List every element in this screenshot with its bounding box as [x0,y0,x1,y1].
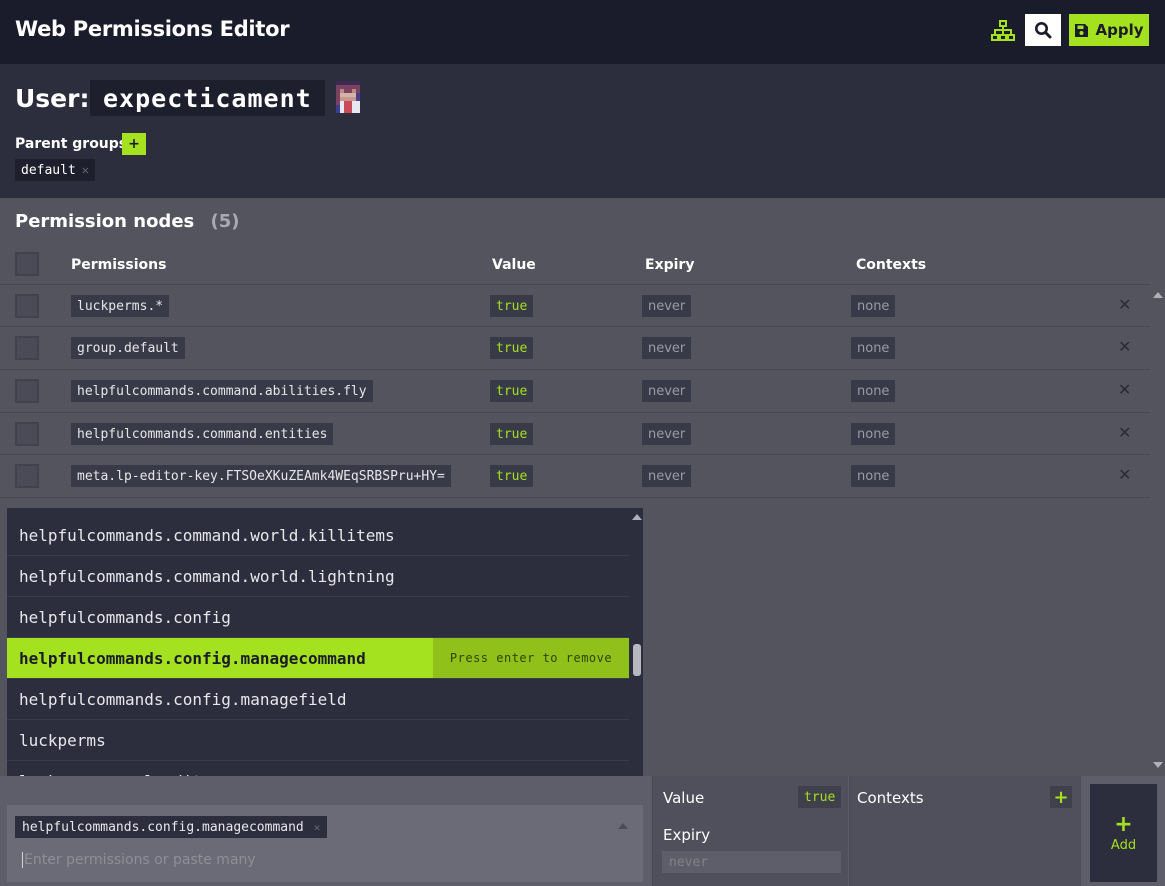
permission-nodes-title: Permission nodes (5) [15,211,240,232]
permission-suggestions-dropdown: helpfulcommands.command.world.killitems … [7,508,643,805]
add-parent-group-button[interactable]: + [122,133,146,155]
select-all-checkbox[interactable] [15,252,39,276]
user-section: User: expecticament Parent groups + defa… [0,64,1165,198]
expiry-chip[interactable]: never [642,465,692,487]
delete-row-icon[interactable]: ✕ [1118,467,1132,483]
expiry-chip[interactable]: never [642,295,692,317]
sitemap-icon[interactable] [991,19,1015,43]
row-checkbox[interactable] [15,336,39,360]
divider [0,369,1150,370]
permission-input[interactable]: Enter permissions or paste many [22,852,256,868]
header-contexts[interactable]: Contexts [856,257,926,273]
suggestion-item-label: helpfulcommands.config.managecommand [19,648,366,668]
user-label: User: [15,84,90,113]
suggestion-item[interactable]: helpfulcommands.command.world.lightning [7,556,629,597]
permission-nodes-label: Permission nodes [15,211,195,232]
value-label: Value [663,789,705,807]
search-button[interactable] [1025,14,1061,46]
divider [0,326,1150,327]
permission-node[interactable]: helpfulcommands.command.entities [71,423,334,445]
top-bar: Web Permissions Editor Apply [0,0,1165,64]
chevron-up-icon[interactable] [618,823,628,829]
expiry-input[interactable]: never [662,851,841,873]
permission-node[interactable]: meta.lp-editor-key.FTSOeXKuZEAmk4WEqSRBS… [71,465,451,487]
value-panel: Value true Expiry never [652,776,848,886]
expiry-chip[interactable]: never [642,380,692,402]
permission-node[interactable]: luckperms.* [71,295,170,317]
delete-row-icon[interactable]: ✕ [1118,339,1132,355]
value-toggle[interactable]: true [798,786,842,808]
row-checkbox[interactable] [15,422,39,446]
apply-button[interactable]: Apply [1069,14,1149,46]
suggestion-item[interactable]: helpfulcommands.config [7,597,629,638]
delete-row-icon[interactable]: ✕ [1118,425,1132,441]
dropdown-scrollbar[interactable] [630,508,643,805]
table-scroll-down[interactable] [1153,762,1163,768]
header-value[interactable]: Value [492,257,536,273]
contexts-label: Contexts [857,789,924,807]
contexts-chip[interactable]: none [851,295,896,317]
value-chip[interactable]: true [490,337,534,359]
contexts-chip[interactable]: none [851,423,896,445]
add-context-button[interactable]: + [1050,786,1072,808]
remove-hint: Press enter to remove [433,638,629,678]
suggestion-item[interactable]: luckperms [7,720,629,761]
app-title: Web Permissions Editor [15,17,290,41]
row-checkbox[interactable] [15,464,39,488]
suggestion-item[interactable]: helpfulcommands.config.managefield [7,679,629,720]
suggestion-item[interactable]: helpfulcommands.command.world.killitems [7,515,629,556]
add-label: Add [1110,837,1137,853]
expiry-chip[interactable]: never [642,423,692,445]
remove-group-icon[interactable]: ✕ [82,163,89,177]
group-chip-label: default [21,162,76,178]
permission-count: (5) [210,211,240,232]
value-chip[interactable]: true [490,295,534,317]
contexts-chip[interactable]: none [851,465,896,487]
divider [0,497,1150,498]
value-chip[interactable]: true [490,380,534,402]
username: expecticament [90,80,325,116]
divider [0,284,1150,285]
plus-icon: + [1114,811,1133,837]
add-button[interactable]: + Add [1090,784,1157,882]
avatar [332,80,364,114]
table-scroll-up[interactable] [1153,292,1163,298]
row-checkbox[interactable] [15,294,39,318]
value-chip[interactable]: true [490,423,534,445]
suggestion-item-selected[interactable]: helpfulcommands.config.managecommand Pre… [7,638,629,679]
expiry-label: Expiry [663,826,711,844]
divider [0,454,1150,455]
floppy-disk-icon [1075,23,1089,37]
permission-node[interactable]: group.default [71,337,185,359]
dropdown-scroll-thumb[interactable] [633,644,641,676]
permission-input-box[interactable]: helpfulcommands.config.managecommand ✕ E… [7,805,643,882]
selected-permission-chip: helpfulcommands.config.managecommand ✕ [15,816,328,838]
row-checkbox[interactable] [15,379,39,403]
contexts-chip[interactable]: none [851,380,896,402]
dropdown-scroll-up[interactable] [632,514,642,520]
value-chip[interactable]: true [490,465,534,487]
apply-label: Apply [1095,21,1144,39]
contexts-panel: Contexts + [849,776,1081,886]
remove-selected-icon[interactable]: ✕ [314,821,321,834]
group-chip: default ✕ [15,159,96,181]
search-icon [1035,22,1052,39]
add-permission-panel: helpfulcommands.config.managecommand ✕ E… [0,776,1165,886]
selected-permission-label: helpfulcommands.config.managecommand [22,819,304,835]
parent-groups-label: Parent groups [15,136,128,152]
header-expiry[interactable]: Expiry [645,257,694,273]
header-permissions[interactable]: Permissions [71,257,166,273]
expiry-chip[interactable]: never [642,337,692,359]
contexts-chip[interactable]: none [851,337,896,359]
permission-node[interactable]: helpfulcommands.command.abilities.fly [71,380,373,402]
divider [0,412,1150,413]
delete-row-icon[interactable]: ✕ [1118,382,1132,398]
delete-row-icon[interactable]: ✕ [1118,297,1132,313]
